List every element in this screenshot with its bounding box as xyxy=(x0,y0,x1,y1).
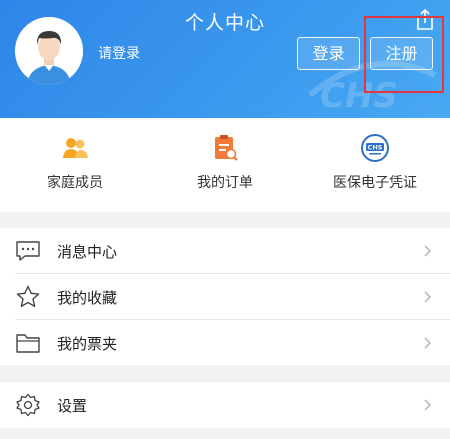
folder-icon xyxy=(16,334,40,353)
shortcut-family-members[interactable]: 家庭成员 xyxy=(0,118,150,212)
message-bubble-icon xyxy=(16,241,40,261)
avatar[interactable] xyxy=(15,17,83,85)
svg-text:CHS: CHS xyxy=(368,144,383,152)
menu-item-label: 消息中心 xyxy=(57,243,118,261)
login-button[interactable]: 登录 xyxy=(297,37,360,70)
menu-item-message-center[interactable]: 消息中心 xyxy=(0,228,450,274)
shortcut-chs-e-certificate[interactable]: CHS 医保电子凭证 xyxy=(300,118,450,212)
menu-item-settings[interactable]: 设置 xyxy=(0,382,450,428)
chevron-right-icon xyxy=(424,399,432,411)
shortcut-label: 家庭成员 xyxy=(47,175,103,191)
shortcut-label: 医保电子凭证 xyxy=(333,175,417,191)
gear-icon xyxy=(16,393,40,417)
login-prompt[interactable]: 请登录 xyxy=(98,43,140,63)
family-members-icon xyxy=(63,138,88,158)
register-highlight-box xyxy=(364,16,444,93)
menu-group-main: 消息中心 我的收藏 我的票夹 xyxy=(0,228,450,365)
chevron-right-icon xyxy=(424,337,432,349)
menu-item-my-favorites[interactable]: 我的收藏 xyxy=(0,274,450,320)
order-document-icon xyxy=(215,135,238,161)
shortcut-bar: 家庭成员 我的订单 CHS 医保电子凭证 xyxy=(0,118,450,212)
shortcut-my-orders[interactable]: 我的订单 xyxy=(150,118,300,212)
menu-item-my-ticket-folder[interactable]: 我的票夹 xyxy=(0,320,450,366)
chevron-right-icon xyxy=(424,245,432,257)
chs-badge-icon: CHS xyxy=(361,134,389,162)
menu-group-settings: 设置 xyxy=(0,382,450,428)
menu-item-label: 我的收藏 xyxy=(57,289,118,307)
default-avatar-icon xyxy=(15,17,83,85)
menu-item-label: 设置 xyxy=(57,397,88,415)
chevron-right-icon xyxy=(424,291,432,303)
menu-item-label: 我的票夹 xyxy=(57,335,118,353)
star-outline-icon xyxy=(16,285,40,307)
shortcut-label: 我的订单 xyxy=(197,175,253,191)
